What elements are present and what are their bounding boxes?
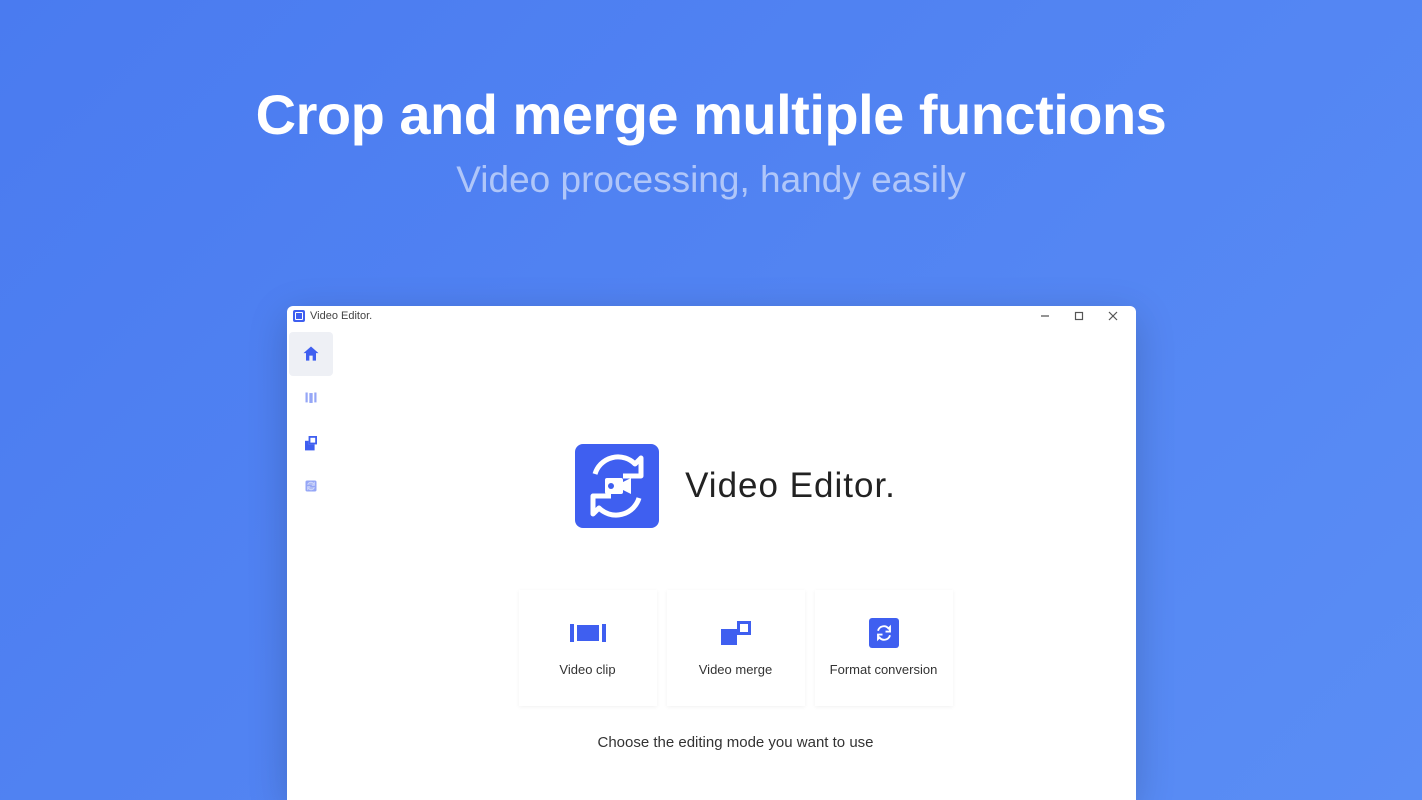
card-label: Format conversion [830, 662, 938, 677]
maximize-button[interactable] [1062, 306, 1096, 326]
minimize-button[interactable] [1028, 306, 1062, 326]
merge-icon [718, 620, 754, 646]
home-icon [301, 344, 321, 364]
merge-icon [305, 436, 317, 448]
logo-icon [575, 444, 659, 528]
sidebar-item-merge[interactable] [289, 420, 333, 464]
hero-title: Crop and merge multiple functions [0, 82, 1422, 147]
clip-icon [570, 620, 606, 646]
window-title: Video Editor. [310, 310, 372, 322]
clip-icon [306, 393, 317, 404]
card-video-clip[interactable]: Video clip [519, 590, 657, 706]
sidebar [287, 326, 335, 800]
titlebar: Video Editor. [287, 306, 1136, 326]
card-video-merge[interactable]: Video merge [667, 590, 805, 706]
app-icon [293, 310, 305, 322]
app-logo: Video Editor. [575, 444, 896, 528]
close-button[interactable] [1096, 306, 1130, 326]
sidebar-item-convert[interactable] [289, 464, 333, 508]
helper-text: Choose the editing mode you want to use [597, 734, 873, 751]
mode-cards: Video clip Video merge Format conversion [519, 590, 953, 706]
main-content: Video Editor. Video clip Video merge For… [335, 326, 1136, 800]
card-label: Video clip [559, 662, 615, 677]
app-name: Video Editor. [685, 466, 896, 506]
convert-icon [866, 620, 902, 646]
hero-subtitle: Video processing, handy easily [0, 159, 1422, 201]
card-label: Video merge [699, 662, 772, 677]
hero: Crop and merge multiple functions Video … [0, 0, 1422, 201]
sidebar-item-clip[interactable] [289, 376, 333, 420]
card-format-conversion[interactable]: Format conversion [815, 590, 953, 706]
convert-icon [306, 481, 317, 492]
sidebar-item-home[interactable] [289, 332, 333, 376]
app-window: Video Editor. [287, 306, 1136, 800]
